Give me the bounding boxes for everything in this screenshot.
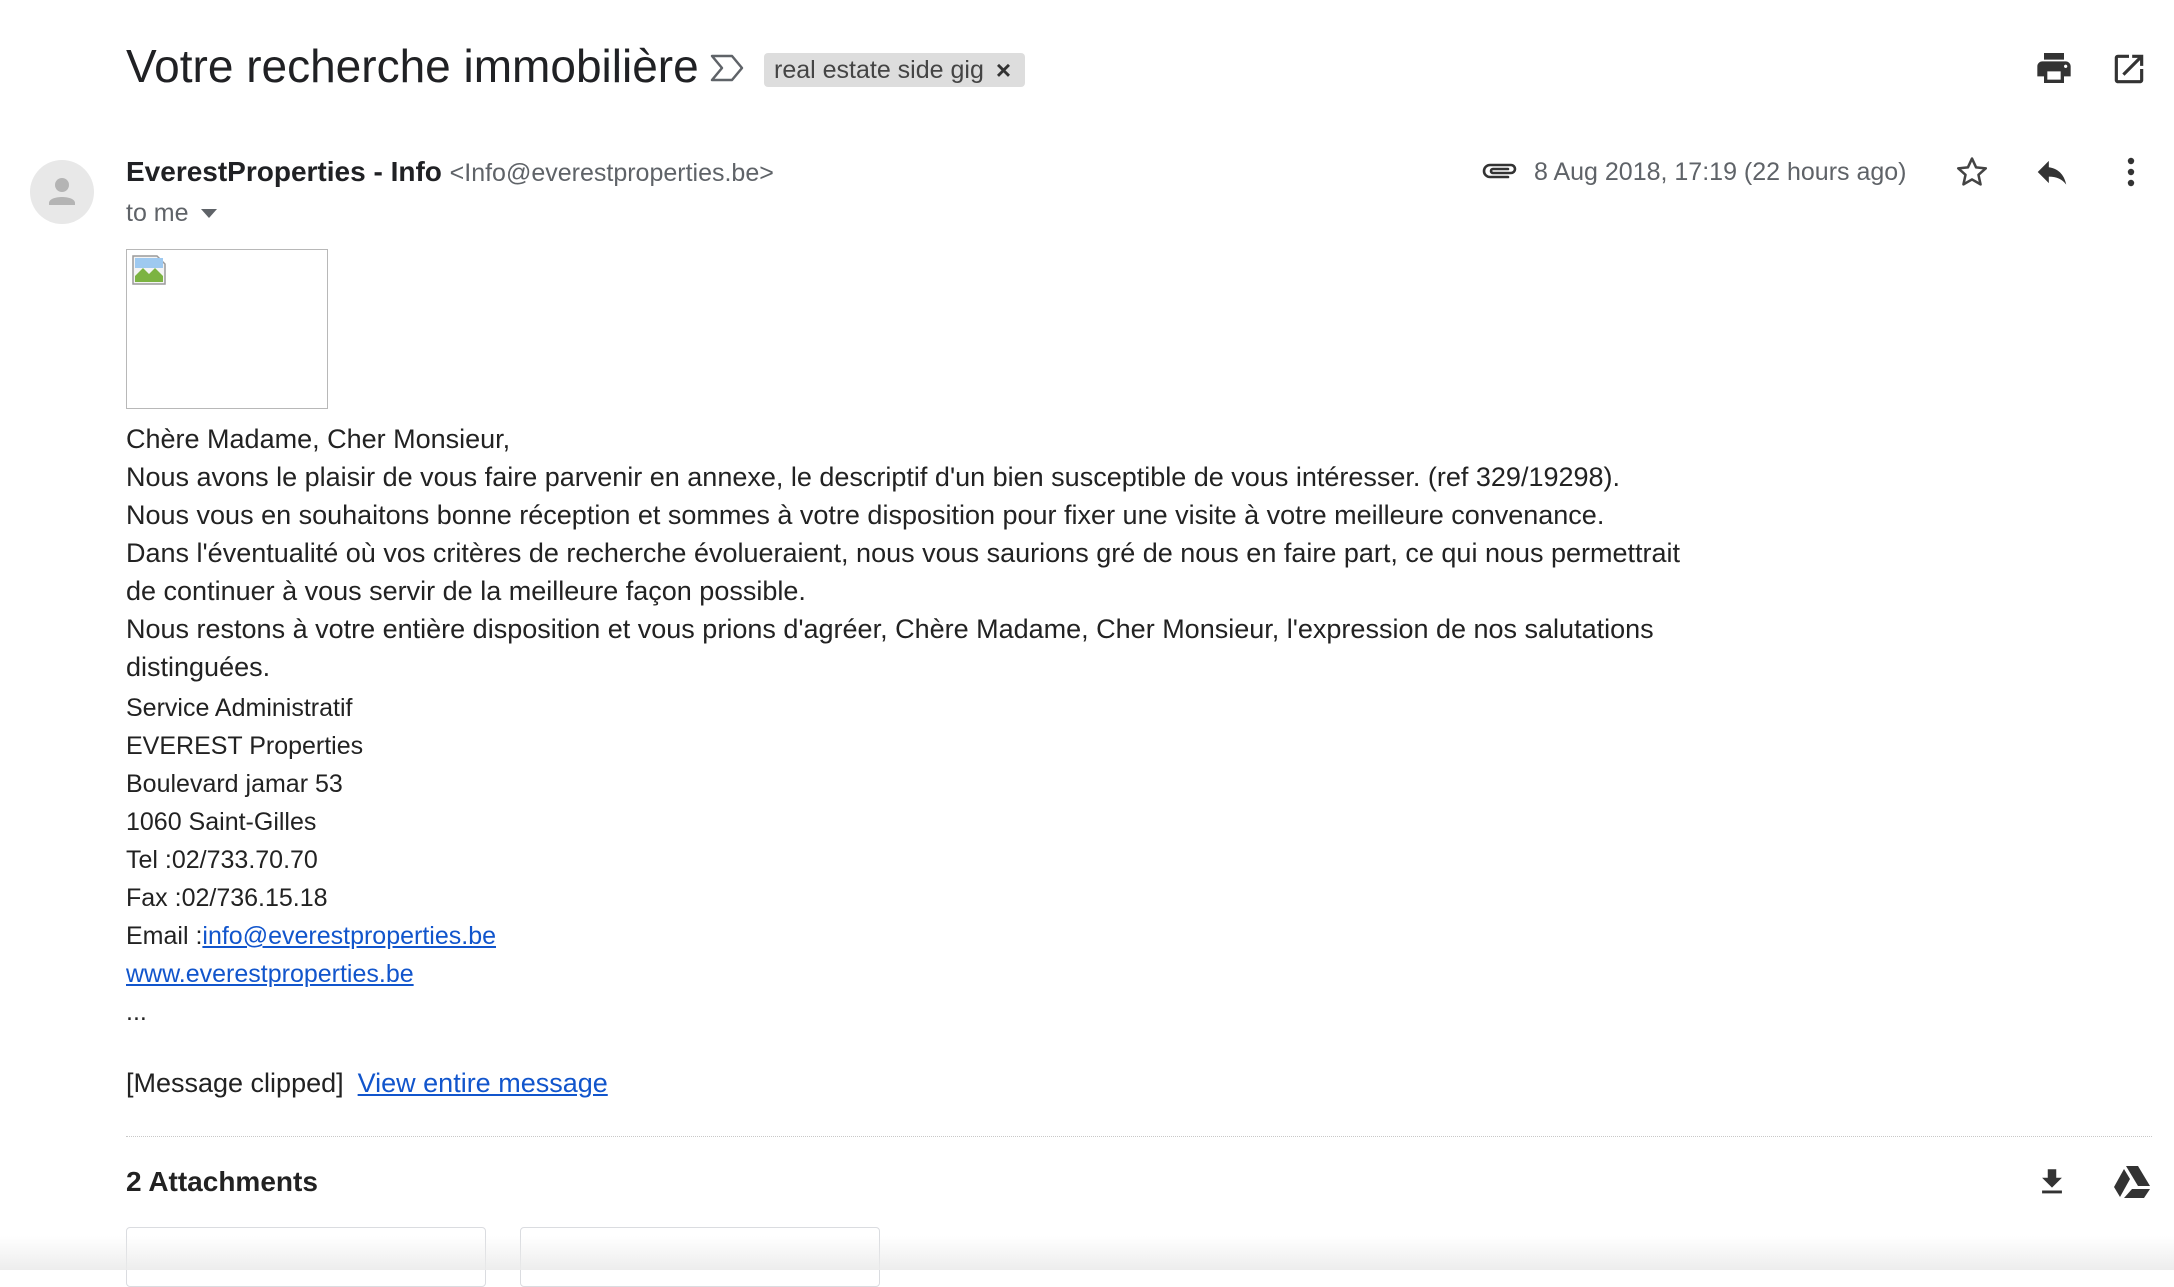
body-paragraph: Nous restons à votre entière disposition… (126, 614, 1654, 682)
signature-email-prefix: Email : (126, 922, 203, 950)
sender-name[interactable]: EverestProperties - Info (126, 156, 442, 187)
star-icon[interactable] (1952, 152, 1992, 192)
view-entire-message-link[interactable]: View entire message (358, 1068, 608, 1098)
sender: EverestProperties - Info <Info@everestpr… (126, 156, 774, 188)
important-marker-icon[interactable] (708, 50, 748, 86)
attachment-card[interactable] (520, 1227, 880, 1287)
signature-tel: Tel :02/733.70.70 (126, 846, 318, 874)
open-in-new-window-icon[interactable] (2106, 46, 2152, 92)
attachments-divider (126, 1136, 2152, 1137)
body-paragraph: Nous vous en souhaitons bonne réception … (126, 500, 1605, 530)
download-all-icon[interactable] (2030, 1160, 2074, 1204)
body-paragraph: Nous avons le plaisir de vous faire parv… (126, 462, 1621, 492)
trimmed-content-ellipsis[interactable]: ... (126, 993, 496, 1031)
recipient-details-toggle[interactable]: to me (126, 199, 217, 228)
greeting: Chère Madame, Cher Monsieur, (126, 424, 511, 454)
signature: Service Administratif EVEREST Properties… (126, 689, 496, 1031)
body-paragraph: Dans l'éventualité où vos critères de re… (126, 538, 1681, 606)
broken-image-placeholder (126, 249, 328, 409)
signature-fax: Fax :02/736.15.18 (126, 884, 328, 912)
attachment-icon (1480, 158, 1520, 186)
attachments-title: 2 Attachments (126, 1166, 318, 1197)
signature-website-link[interactable]: www.everestproperties.be (126, 960, 414, 988)
broken-image-icon (132, 255, 166, 285)
message-body: Chère Madame, Cher Monsieur, Nous avons … (126, 420, 1686, 686)
label-chip-text: real estate side gig (774, 55, 984, 84)
signature-email-link[interactable]: info@everestproperties.be (202, 922, 496, 950)
message-clipped-notice: [Message clipped] View entire message (126, 1068, 608, 1099)
recipient-label: to me (126, 199, 189, 227)
signature-department: Service Administratif (126, 694, 353, 722)
more-options-icon[interactable] (2114, 152, 2148, 192)
avatar-icon[interactable] (30, 160, 94, 224)
sender-email: <Info@everestproperties.be> (449, 159, 774, 187)
label-chip[interactable]: real estate side gig × (764, 53, 1026, 87)
save-to-drive-icon[interactable] (2110, 1162, 2154, 1202)
clipped-notice-text: [Message clipped] (126, 1068, 344, 1098)
signature-street: Boulevard jamar 53 (126, 770, 343, 798)
print-icon[interactable] (2030, 44, 2078, 92)
chevron-down-icon (200, 209, 217, 218)
signature-company: EVEREST Properties (126, 732, 364, 760)
email-subject: Votre recherche immobilière (126, 40, 699, 92)
remove-label-button[interactable]: × (996, 55, 1011, 86)
attachment-card[interactable] (126, 1227, 486, 1287)
signature-email-line: Email :info@everestproperties.be (126, 917, 496, 955)
message-date: 8 Aug 2018, 17:19 (22 hours ago) (1534, 158, 1907, 186)
reply-icon[interactable] (2032, 152, 2072, 192)
signature-city: 1060 Saint-Gilles (126, 808, 317, 836)
